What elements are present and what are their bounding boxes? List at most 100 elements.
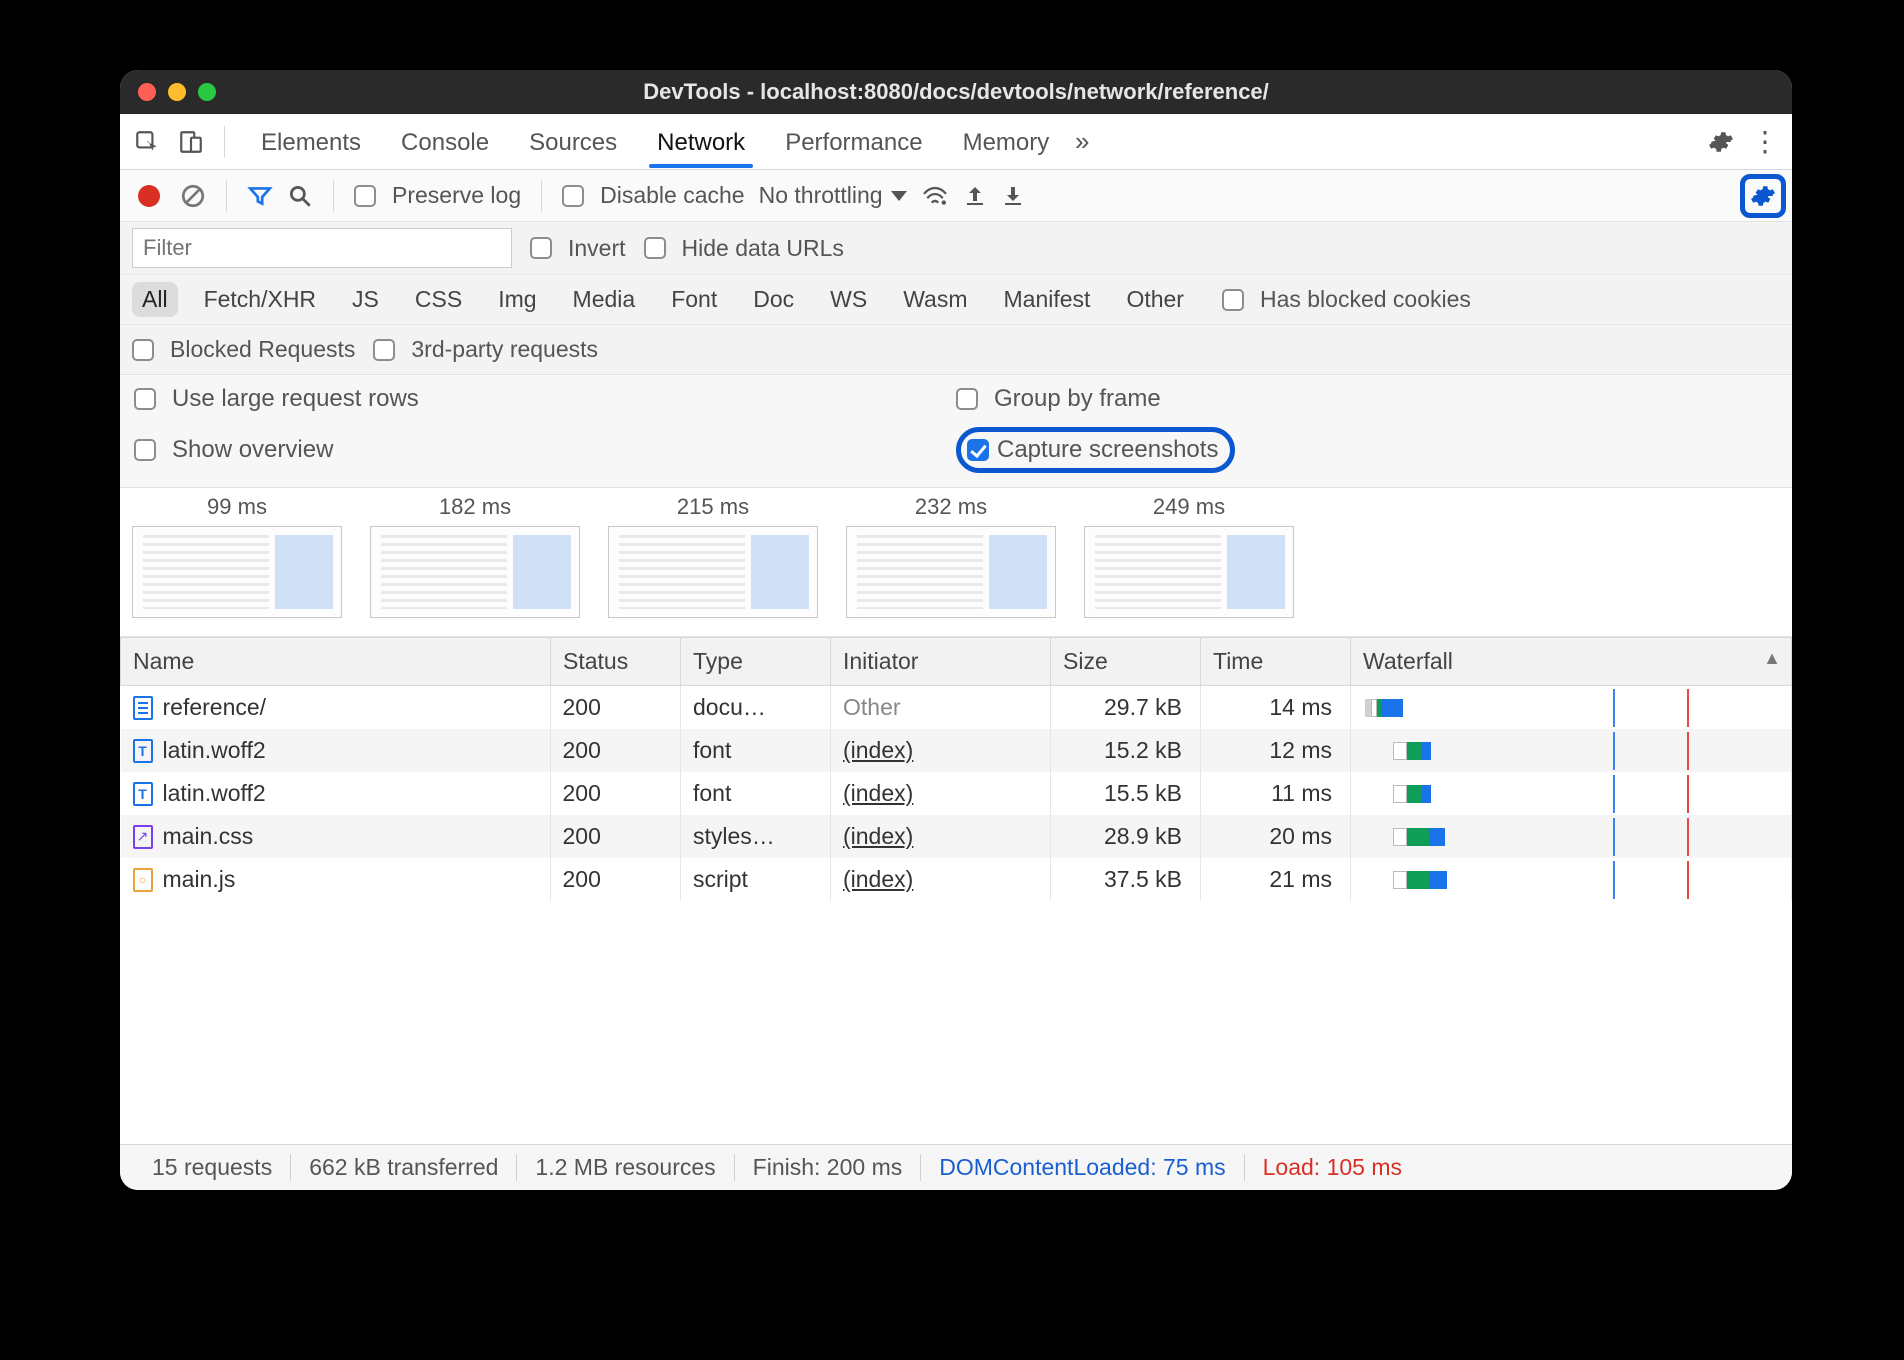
invert-checkbox[interactable]: Invert [530,235,626,262]
type-filter-wasm[interactable]: Wasm [893,282,977,317]
column-header-size[interactable]: Size [1051,638,1201,686]
request-waterfall [1351,815,1792,858]
search-icon[interactable] [287,183,313,209]
column-header-initiator[interactable]: Initiator [831,638,1051,686]
request-time: 11 ms [1201,772,1351,815]
request-initiator: Other [831,686,1051,730]
maximize-icon[interactable] [198,83,216,101]
filmstrip-frame[interactable]: 182 ms [370,494,580,618]
device-toggle-icon[interactable] [174,125,208,159]
has-blocked-cookies-checkbox[interactable]: Has blocked cookies [1222,286,1471,313]
request-name: main.css [163,823,254,850]
network-settings-button[interactable] [1740,174,1786,218]
request-initiator[interactable]: (index) [831,729,1051,772]
type-filter-manifest[interactable]: Manifest [994,282,1101,317]
request-status: 200 [551,815,681,858]
third-party-checkbox[interactable]: 3rd-party requests [373,336,598,363]
hide-data-urls-checkbox[interactable]: Hide data URLs [644,235,844,262]
request-type: font [681,772,831,815]
show-overview-label: Show overview [172,436,333,464]
capture-screenshots-checkbox[interactable]: Capture screenshots [956,427,1778,473]
filter-input[interactable] [132,228,512,268]
tab-console[interactable]: Console [395,117,495,167]
main-tab-bar: Elements Console Sources Network Performance… [120,114,1792,170]
tab-memory[interactable]: Memory [957,117,1056,167]
filter-icon[interactable] [247,183,273,209]
filmstrip-frame[interactable]: 215 ms [608,494,818,618]
preserve-log-checkbox[interactable]: Preserve log [354,182,521,209]
show-overview-checkbox[interactable]: Show overview [134,427,956,473]
type-filter-all[interactable]: All [132,282,178,317]
request-time: 21 ms [1201,858,1351,901]
settings-gear-icon[interactable] [1704,125,1738,159]
type-filter-ws[interactable]: WS [820,282,877,317]
group-by-frame-label: Group by frame [994,385,1161,413]
throttling-dropdown[interactable]: No throttling [759,182,907,209]
minimize-icon[interactable] [168,83,186,101]
record-button[interactable] [138,185,160,207]
close-icon[interactable] [138,83,156,101]
type-filter-fetch-xhr[interactable]: Fetch/XHR [194,282,326,317]
js-file-icon [133,868,153,892]
tab-network[interactable]: Network [651,117,751,167]
column-header-status[interactable]: Status [551,638,681,686]
type-filter-css[interactable]: CSS [405,282,472,317]
tab-sources[interactable]: Sources [523,117,623,167]
filmstrip-frame[interactable]: 249 ms [1084,494,1294,618]
request-name: latin.woff2 [163,737,266,764]
export-har-icon[interactable] [1001,184,1025,208]
tab-performance[interactable]: Performance [779,117,928,167]
table-row[interactable]: latin.woff2200font(index)15.5 kB11 ms [121,772,1792,815]
filmstrip-thumbnail [132,526,342,618]
column-header-waterfall[interactable]: Waterfall [1351,638,1792,686]
large-rows-checkbox[interactable]: Use large request rows [134,385,956,413]
capture-screenshots-label: Capture screenshots [997,436,1218,464]
has-blocked-cookies-label: Has blocked cookies [1260,286,1471,313]
request-initiator[interactable]: (index) [831,858,1051,901]
kebab-menu-icon[interactable]: ⋮ [1748,125,1782,159]
group-by-frame-checkbox[interactable]: Group by frame [956,385,1778,413]
request-status: 200 [551,772,681,815]
more-tabs-icon[interactable]: » [1065,125,1099,159]
table-row[interactable]: reference/200docu…Other29.7 kB14 ms [121,686,1792,730]
column-header-type[interactable]: Type [681,638,831,686]
column-header-time[interactable]: Time [1201,638,1351,686]
request-initiator[interactable]: (index) [831,772,1051,815]
type-filter-other[interactable]: Other [1116,282,1194,317]
invert-label: Invert [568,235,626,262]
separator [224,126,225,158]
type-filter-img[interactable]: Img [488,282,546,317]
filmstrip: 99 ms182 ms215 ms232 ms 249 ms [120,488,1792,637]
type-filter-js[interactable]: JS [342,282,389,317]
tab-elements[interactable]: Elements [255,117,367,167]
separator [333,180,334,212]
filter-bar: Invert Hide data URLs [120,222,1792,275]
status-finish: Finish: 200 ms [735,1154,922,1181]
column-header-name[interactable]: Name [121,638,551,686]
inspect-icon[interactable] [130,125,164,159]
disable-cache-label: Disable cache [600,182,744,209]
network-toolbar: Preserve log Disable cache No throttling [120,170,1792,222]
disable-cache-checkbox[interactable]: Disable cache [562,182,744,209]
status-resources: 1.2 MB resources [517,1154,734,1181]
type-filter-font[interactable]: Font [661,282,727,317]
request-status: 200 [551,858,681,901]
request-name: reference/ [163,694,267,721]
filmstrip-frame[interactable]: 232 ms [846,494,1056,618]
type-filter-doc[interactable]: Doc [743,282,804,317]
separator [226,180,227,212]
table-row[interactable]: latin.woff2200font(index)15.2 kB12 ms [121,729,1792,772]
table-row[interactable]: main.css200styles…(index)28.9 kB20 ms [121,815,1792,858]
request-initiator[interactable]: (index) [831,815,1051,858]
filmstrip-time-label: 249 ms [1084,494,1294,520]
request-type: script [681,858,831,901]
network-conditions-icon[interactable] [921,185,949,207]
type-filter-media[interactable]: Media [563,282,646,317]
table-row[interactable]: main.js200script(index)37.5 kB21 ms [121,858,1792,901]
blocked-requests-checkbox[interactable]: Blocked Requests [132,336,355,363]
clear-icon[interactable] [180,183,206,209]
filmstrip-frame[interactable]: 99 ms [132,494,342,618]
request-type: styles… [681,815,831,858]
import-har-icon[interactable] [963,184,987,208]
throttling-label: No throttling [759,182,883,209]
